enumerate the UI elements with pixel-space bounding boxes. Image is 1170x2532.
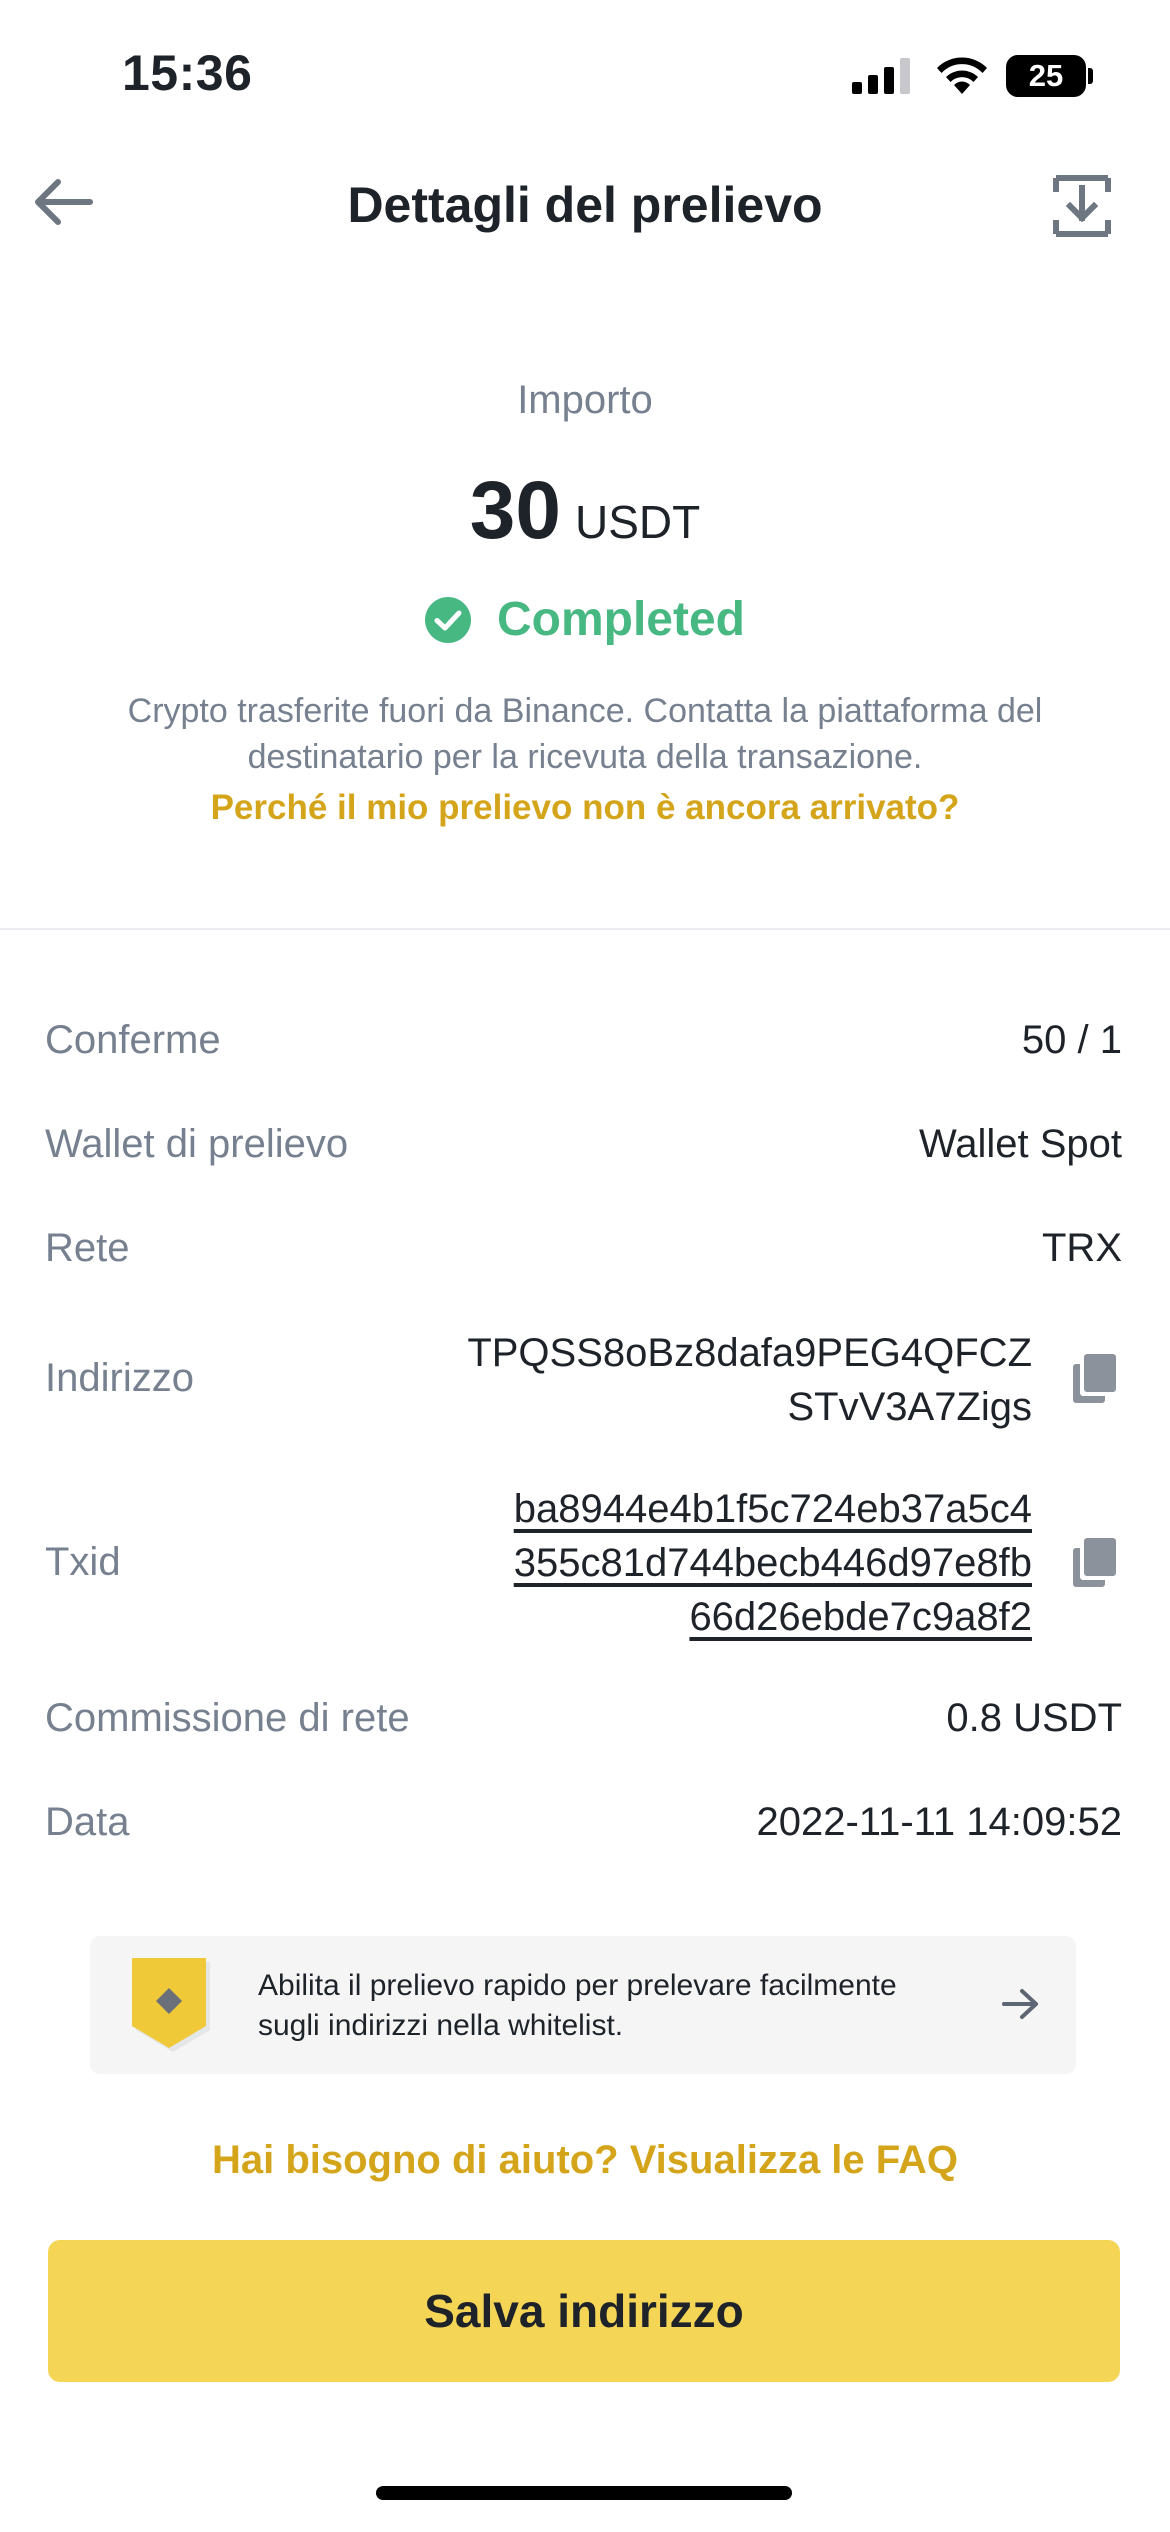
status-text: Completed bbox=[496, 593, 745, 646]
transfer-description: Crypto trasferite fuori da Binance. Cont… bbox=[127, 692, 1043, 776]
confirmations-value: 50 / 1 bbox=[1021, 1018, 1122, 1062]
txid-line-3[interactable]: 66d26ebde7c9a8f2 bbox=[514, 1590, 1032, 1644]
txid-label: Txid bbox=[45, 1540, 121, 1584]
txid-line-1[interactable]: ba8944e4b1f5c724eb37a5c4 bbox=[514, 1482, 1032, 1536]
fee-label: Commissione di rete bbox=[45, 1696, 410, 1740]
wallet-value: Wallet Spot bbox=[918, 1122, 1122, 1166]
network-label: Rete bbox=[45, 1226, 130, 1270]
arrow-right-icon[interactable] bbox=[1000, 1986, 1042, 2022]
shield-icon bbox=[132, 1958, 210, 2052]
wallet-label: Wallet di prelievo bbox=[45, 1122, 349, 1166]
status-time: 15:36 bbox=[122, 45, 253, 101]
address-label: Indirizzo bbox=[45, 1356, 194, 1400]
amount-value: 30 bbox=[469, 465, 561, 556]
network-value: TRX bbox=[1042, 1226, 1122, 1270]
amount-unit: USDT bbox=[574, 496, 701, 548]
amount-row: 30 USDT bbox=[0, 464, 1170, 558]
confirmations-label: Conferme bbox=[45, 1018, 221, 1062]
why-not-arrived-link[interactable]: Perché il mio prelievo non è ancora arri… bbox=[0, 788, 1170, 828]
save-address-button[interactable]: Salva indirizzo bbox=[48, 2240, 1120, 2382]
txid-value: ba8944e4b1f5c724eb37a5c4 355c81d744becb4… bbox=[514, 1482, 1032, 1644]
home-indicator[interactable] bbox=[376, 2486, 792, 2500]
download-receipt-icon[interactable] bbox=[1052, 174, 1112, 238]
txid-line-2[interactable]: 355c81d744becb446d97e8fb bbox=[514, 1536, 1032, 1590]
date-label: Data bbox=[45, 1800, 130, 1844]
copy-address-icon[interactable] bbox=[1072, 1354, 1116, 1404]
section-divider bbox=[0, 928, 1170, 930]
address-value: TPQSS8oBz8dafa9PEG4QFCZ STvV3A7Zigs bbox=[467, 1326, 1032, 1434]
battery-cap bbox=[1088, 68, 1093, 84]
cellular-signal-icon bbox=[852, 58, 910, 94]
wifi-icon bbox=[937, 57, 987, 94]
status-row: Completed bbox=[0, 592, 1170, 647]
battery-icon: 25 bbox=[1006, 55, 1086, 97]
check-circle-icon bbox=[424, 596, 471, 643]
banner-text: Abilita il prelievo rapido per prelevare… bbox=[258, 1969, 897, 2042]
page-title: Dettagli del prelievo bbox=[347, 177, 823, 233]
fee-value: 0.8 USDT bbox=[946, 1696, 1122, 1740]
copy-txid-icon[interactable] bbox=[1072, 1538, 1116, 1588]
amount-label: Importo bbox=[517, 378, 653, 422]
address-line-1: TPQSS8oBz8dafa9PEG4QFCZ bbox=[467, 1331, 1032, 1375]
address-line-2: STvV3A7Zigs bbox=[787, 1385, 1032, 1429]
faq-link[interactable]: Hai bisogno di aiuto? Visualizza le FAQ bbox=[0, 2138, 1170, 2183]
date-value: 2022-11-11 14:09:52 bbox=[756, 1800, 1123, 1844]
